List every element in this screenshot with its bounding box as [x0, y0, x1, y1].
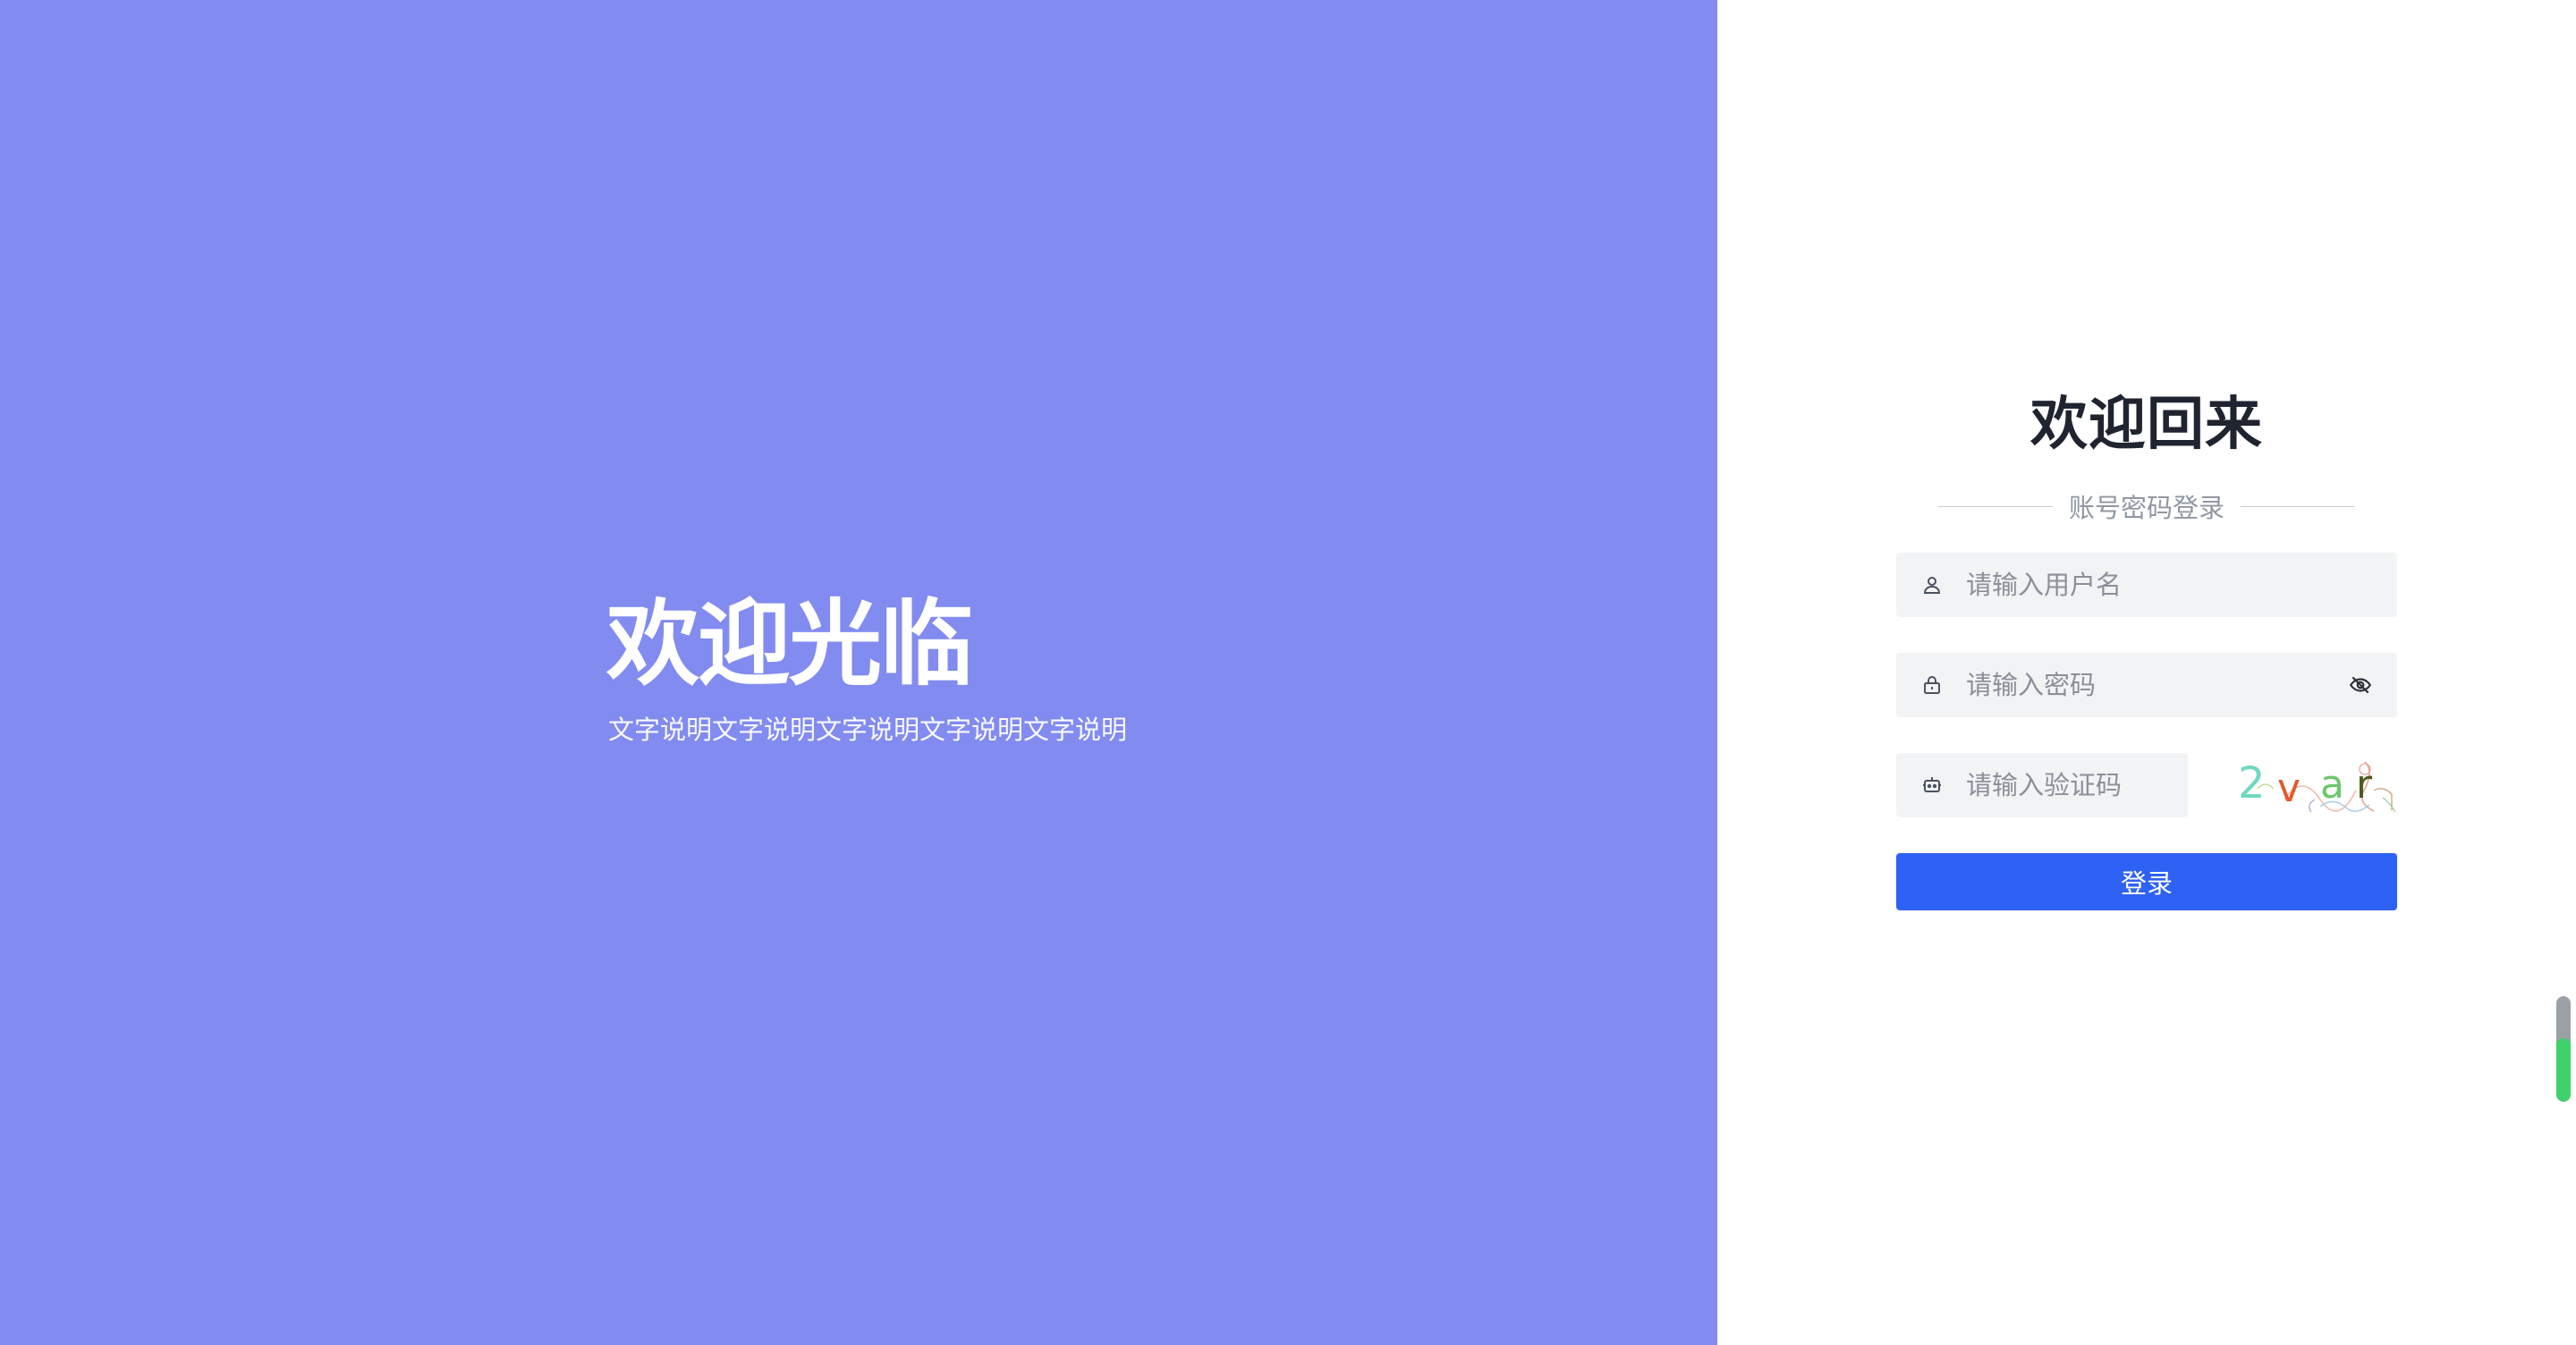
divider-line-right: [2241, 505, 2355, 507]
login-form: 欢迎回来 账号密码登录 请输入用户名 请输入验证码 2 v a r 登录: [1896, 376, 2397, 910]
scroll-indicator-fill: [2556, 1038, 2571, 1102]
divider-line-left: [1937, 505, 2053, 507]
login-button[interactable]: 登录: [1896, 853, 2397, 910]
captcha-char: r: [2356, 762, 2373, 808]
welcome-title: 欢迎光临: [606, 589, 973, 698]
username-field[interactable]: [1896, 553, 2397, 617]
password-input[interactable]: [1966, 653, 2347, 717]
captcha-image[interactable]: 2 v a r: [2231, 753, 2397, 817]
captcha-field[interactable]: [1896, 753, 2188, 817]
captcha-input[interactable]: [1966, 753, 2188, 817]
login-method-divider: 账号密码登录: [1896, 488, 2397, 524]
captcha-row: 2 v a r: [1896, 753, 2397, 817]
welcome-subtitle: 文字说明文字说明文字说明文字说明文字说明: [608, 715, 1128, 745]
scroll-indicator[interactable]: [2556, 996, 2571, 1102]
login-title: 欢迎回来: [2030, 392, 2263, 458]
login-method-label: 账号密码登录: [2068, 493, 2224, 523]
password-field[interactable]: [1896, 653, 2397, 717]
lock-icon: [1919, 672, 1945, 698]
captcha-char: v: [2277, 766, 2301, 811]
eye-off-icon[interactable]: [2347, 672, 2374, 698]
robot-icon: [1919, 773, 1945, 798]
username-input[interactable]: [1966, 553, 2397, 617]
user-icon: [1919, 572, 1945, 597]
captcha-char: a: [2320, 762, 2344, 808]
login-page: 欢迎光临 文字说明文字说明文字说明文字说明文字说明 欢迎回来 账号密码登录 请输…: [0, 0, 2576, 1345]
captcha-char: 2: [2238, 758, 2266, 808]
captcha-code: 2 v a r: [2231, 753, 2397, 817]
welcome-panel: 欢迎光临 文字说明文字说明文字说明文字说明文字说明: [0, 0, 1717, 1345]
